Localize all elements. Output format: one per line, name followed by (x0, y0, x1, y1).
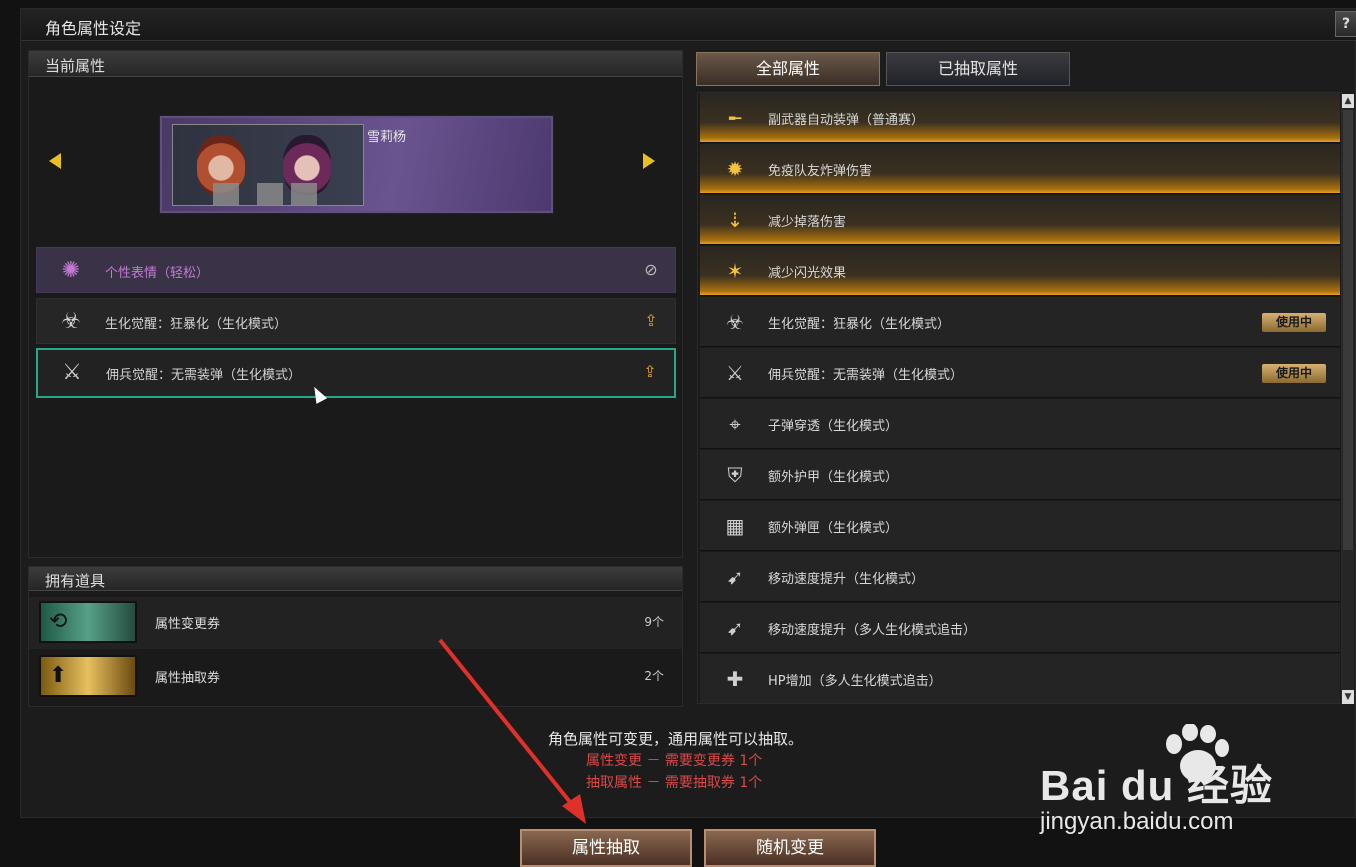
prev-character-arrow-icon[interactable] (49, 153, 61, 169)
blur-mask (291, 183, 317, 205)
tab-all-attrs[interactable]: 全部属性 (696, 52, 880, 86)
current-attrs-title: 当前属性 (45, 57, 106, 75)
fall-icon: ⇣ (726, 208, 744, 232)
item-name: 属性变更券 (155, 617, 221, 632)
window-title: 角色属性设定 (45, 19, 142, 38)
scroll-up-icon[interactable]: ▲ (1342, 94, 1354, 108)
upgrade-icon[interactable]: ⇪ (640, 362, 660, 382)
attr-list-label: 额外弹匣（生化模式） (768, 521, 899, 536)
random-change-button[interactable]: 随机变更 (704, 829, 876, 867)
attr-list-item[interactable]: ⇣ 减少掉落伤害 (700, 195, 1340, 245)
extract-attr-button[interactable]: 属性抽取 (520, 829, 692, 867)
explosion-icon: ✹ (726, 157, 744, 181)
attr-list-label: 额外护甲（生化模式） (768, 470, 899, 485)
blur-mask (213, 183, 239, 205)
item-name: 属性抽取券 (155, 671, 221, 686)
attr-list-label: 生化觉醒：狂暴化（生化模式） (768, 317, 951, 332)
attr-list-item[interactable]: ▦ 额外弹匣（生化模式） (700, 501, 1340, 551)
attr-list-label: 免疫队友炸弹伤害 (768, 164, 873, 179)
current-attr-label: 个性表情（轻松） (105, 266, 210, 281)
info-line-extract-cost: 抽取属性 － 需要抽取券 1个 (586, 775, 763, 791)
blur-mask (257, 183, 283, 205)
upgrade-icon[interactable]: ⇪ (641, 311, 661, 331)
character-name: 雪莉杨 (367, 130, 407, 145)
flash-icon: ✶ (726, 259, 744, 283)
attr-list-item[interactable]: ⚔ 佣兵觉醒：无需装弹（生化模式） 使用中 (700, 348, 1340, 398)
tab-extracted-attrs[interactable]: 已抽取属性 (886, 52, 1070, 86)
info-line-change-cost: 属性变更 － 需要变更券 1个 (586, 753, 763, 769)
attr-list-label: 减少闪光效果 (768, 266, 847, 281)
items-header: 拥有道具 (29, 567, 682, 591)
bio-awaken-icon: ☣ (61, 309, 81, 334)
item-row[interactable]: ⟲ 属性变更券 9个 (29, 597, 682, 649)
current-attr-row[interactable]: ☣ 生化觉醒：狂暴化（生化模式） ⇪ (36, 298, 676, 344)
current-attr-row[interactable]: ✺ 个性表情（轻松） ⊘ (36, 247, 676, 293)
current-attr-row-selected[interactable]: ⚔ 佣兵觉醒：无需装弹（生化模式） ⇪ (36, 348, 676, 398)
current-attr-label: 生化觉醒：狂暴化（生化模式） (105, 317, 288, 332)
attr-list-label: 移动速度提升（生化模式） (768, 572, 925, 587)
ban-icon[interactable]: ⊘ (641, 260, 661, 280)
current-attrs-header: 当前属性 (29, 51, 682, 77)
attr-list-item[interactable]: ➹ 移动速度提升（生化模式） (700, 552, 1340, 602)
app-root: 角色属性设定 ? 当前属性 雪莉杨 ✺ 个性表情（轻松） ⊘ ☣ 生化觉醒：狂暴… (0, 0, 1356, 867)
current-attr-label: 佣兵觉醒：无需装弹（生化模式） (106, 368, 302, 383)
baidu-watermark: Bai du 经验 jingyan.baidu.com (1040, 724, 1340, 848)
scroll-thumb[interactable] (1343, 110, 1353, 550)
attr-list-label: 移动速度提升（多人生化模式追击） (768, 623, 977, 638)
attr-list-item[interactable]: ✚ HP增加（多人生化模式追击） (700, 654, 1340, 703)
extract-ticket-icon: ⬆ (39, 655, 137, 697)
character-portrait (172, 124, 364, 206)
attr-list-label: 佣兵觉醒：无需装弹（生化模式） (768, 368, 964, 383)
current-attrs-panel: 当前属性 雪莉杨 ✺ 个性表情（轻松） ⊘ ☣ 生化觉醒：狂暴化（生化模式） ⇪… (28, 50, 683, 558)
pistol-icon: ╾ (728, 106, 742, 130)
hp-icon: ✚ (726, 667, 744, 691)
emote-icon: ✺ (61, 258, 81, 283)
attr-list-item[interactable]: ☣ 生化觉醒：狂暴化（生化模式） 使用中 (700, 297, 1340, 347)
in-use-badge: 使用中 (1262, 364, 1326, 383)
change-ticket-icon: ⟲ (39, 601, 137, 643)
magazine-icon: ▦ (725, 514, 745, 538)
all-attrs-list: ╾ 副武器自动装弹（普通赛） ✹ 免疫队友炸弹伤害 ⇣ 减少掉落伤害 ✶ 减少闪光效果 ☣ 生化觉… (697, 92, 1342, 704)
in-use-badge: 使用中 (1262, 313, 1326, 332)
mercenary-icon: ⚔ (726, 361, 744, 385)
crosshair-icon: ⌖ (729, 412, 741, 436)
next-character-arrow-icon[interactable] (643, 153, 655, 169)
attr-list-label: HP增加（多人生化模式追击） (768, 674, 942, 689)
title-bar: 角色属性设定 ? (21, 9, 1356, 41)
speed-icon: ➹ (726, 565, 744, 589)
items-panel: 拥有道具 ⟲ 属性变更券 9个 ⬆ 属性抽取券 2个 (28, 566, 683, 707)
watermark-url: jingyan.baidu.com (1040, 808, 1234, 835)
item-count: 9个 (644, 615, 664, 629)
scroll-down-icon[interactable]: ▼ (1342, 690, 1354, 704)
bio-awaken-icon: ☣ (726, 310, 744, 334)
attr-list-item[interactable]: ✶ 减少闪光效果 (700, 246, 1340, 296)
speed-icon: ➹ (726, 616, 744, 640)
character-card[interactable]: 雪莉杨 (160, 116, 553, 213)
info-line-main: 角色属性可变更，通用属性可以抽取。 (548, 730, 804, 748)
watermark-logo: Bai du 经验 (1040, 762, 1274, 809)
help-button[interactable]: ? (1335, 11, 1356, 37)
attr-list-label: 子弹穿透（生化模式） (768, 419, 899, 434)
attr-list-label: 减少掉落伤害 (768, 215, 847, 230)
item-count: 2个 (644, 669, 664, 683)
attr-list-item[interactable]: ⌖ 子弹穿透（生化模式） (700, 399, 1340, 449)
attr-tabs: 全部属性 已抽取属性 (696, 52, 1096, 88)
attr-list-item[interactable]: ╾ 副武器自动装弹（普通赛） (700, 93, 1340, 143)
attr-list-item[interactable]: ➹ 移动速度提升（多人生化模式追击） (700, 603, 1340, 653)
attr-list-item[interactable]: ✹ 免疫队友炸弹伤害 (700, 144, 1340, 194)
attr-list-item[interactable]: ⛨ 额外护甲（生化模式） (700, 450, 1340, 500)
mercenary-icon: ⚔ (62, 360, 82, 385)
attr-list-label: 副武器自动装弹（普通赛） (768, 113, 925, 128)
items-title: 拥有道具 (45, 572, 106, 590)
armor-icon: ⛨ (727, 463, 743, 487)
item-row[interactable]: ⬆ 属性抽取券 2个 (29, 651, 682, 703)
attrs-scrollbar[interactable]: ▲ ▼ (1342, 94, 1354, 704)
